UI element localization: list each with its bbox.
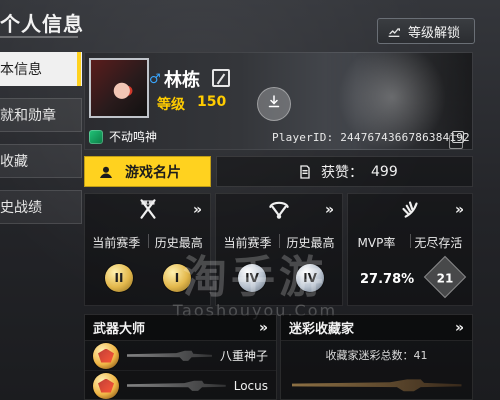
sidebar-item-label: 就和勋章 xyxy=(0,108,56,124)
level-label: 等级 xyxy=(157,97,185,113)
camo-collector-panel[interactable]: 迷彩收藏家 » 收藏家迷彩总数： 41 xyxy=(280,314,473,400)
weapon-master-header: 武器大师 » xyxy=(85,315,276,341)
copy-icon[interactable] xyxy=(449,131,464,149)
avatar[interactable] xyxy=(89,58,149,118)
player-title: 不动鸣神 xyxy=(109,130,158,144)
chart-up-icon xyxy=(386,23,402,39)
endless-survival-label: 无尽存活 xyxy=(414,236,463,250)
zombie-mode-panel[interactable]: » MVP率 无尽存活 27.78% 21 xyxy=(347,193,473,306)
collection-total: 收藏家迷彩总数： 41 xyxy=(281,341,472,369)
ranked-panel-chevron[interactable]: » xyxy=(193,202,202,218)
camo-collector-header: 迷彩收藏家 » xyxy=(281,315,472,341)
mvp-rate-label: MVP率 xyxy=(357,236,396,250)
download-icon xyxy=(265,93,283,115)
edit-icon[interactable] xyxy=(212,69,230,87)
collection-total-value: 41 xyxy=(413,348,428,362)
player-name: 林栋 xyxy=(164,70,200,91)
rifle-icon xyxy=(127,380,226,391)
user-card-icon xyxy=(97,163,115,181)
level-unlock-label: 等级解锁 xyxy=(408,25,461,41)
zombie-mode-panel-chevron[interactable]: » xyxy=(455,202,464,218)
ranked-current-badge-text: II xyxy=(114,271,124,285)
battle-royale-panel[interactable]: » 当前赛季 历史最高 IV IV xyxy=(215,193,343,306)
likes-value: 499 xyxy=(371,163,398,180)
sidebar-item-basic-info[interactable]: 本信息 xyxy=(0,52,82,86)
sidebar-item-label: 史战绩 xyxy=(0,200,42,216)
crossed-flags-icon xyxy=(135,196,161,226)
weapon-master-chevron[interactable]: » xyxy=(259,320,268,336)
battle-royale-history-label: 历史最高 xyxy=(286,236,335,250)
rank-emblem-icon xyxy=(93,372,119,399)
weapon-name: 八重神子 xyxy=(219,349,268,363)
battle-royale-current-badge-text: IV xyxy=(245,271,259,285)
likes-doc-icon xyxy=(297,164,313,180)
download-button[interactable] xyxy=(257,87,291,121)
player-title-row: 不动鸣神 xyxy=(89,128,157,145)
claw-icon xyxy=(397,196,423,226)
ranked-history-label: 历史最高 xyxy=(154,236,203,250)
player-id: PlayerID: 2447674366786384192 xyxy=(272,131,470,144)
battle-royale-panel-divider xyxy=(279,234,280,248)
weapon-row[interactable]: Locus xyxy=(85,371,276,399)
ranked-history-badge: I xyxy=(163,264,191,292)
likes-label: 获赞： xyxy=(321,164,363,181)
level-unlock-button[interactable]: 等级解锁 xyxy=(377,18,475,44)
title-accent-line xyxy=(0,36,78,38)
title-icon xyxy=(89,129,103,144)
battle-royale-history-badge-text: IV xyxy=(303,271,317,285)
likes-box: 获赞： 499 xyxy=(216,156,473,187)
sidebar-item-history[interactable]: 史战绩 xyxy=(0,190,82,224)
collection-preview xyxy=(281,369,472,399)
battle-royale-panel-chevron[interactable]: » xyxy=(325,202,334,218)
ranked-panel-header: » xyxy=(85,194,210,228)
rank-emblem-icon xyxy=(93,342,119,369)
sidebar-item-medals[interactable]: 就和勋章 xyxy=(0,98,82,132)
page-title: 个人信息 xyxy=(0,12,84,36)
sidebar-item-collection[interactable]: 收藏 xyxy=(0,144,82,178)
camo-collector-title: 迷彩收藏家 xyxy=(289,322,355,337)
mvp-rate-value: 27.78% xyxy=(360,272,415,287)
battle-royale-current-label: 当前赛季 xyxy=(223,236,272,250)
sidebar-item-label: 收藏 xyxy=(0,154,28,170)
game-card-button[interactable]: 游戏名片 xyxy=(84,156,211,187)
endless-survival-value: 21 xyxy=(436,271,454,286)
zombie-mode-panel-divider xyxy=(410,234,411,248)
game-card-label: 游戏名片 xyxy=(125,164,181,181)
profile-card: ♂ 林栋 等级 150 不动鸣神 PlayerID: 2447674366786… xyxy=(84,52,473,150)
zombie-mode-panel-header: » xyxy=(348,194,472,228)
battle-royale-current-badge: IV xyxy=(238,264,266,292)
battle-royale-panel-header: » xyxy=(216,194,342,228)
weapon-row[interactable]: 八重神子 xyxy=(85,341,276,371)
weapon-master-panel[interactable]: 武器大师 » 八重神子 Locus xyxy=(84,314,277,400)
endless-survival-diamond: 21 xyxy=(423,255,467,299)
camo-collector-chevron[interactable]: » xyxy=(455,320,464,336)
parachute-icon xyxy=(266,196,292,226)
level-value: 150 xyxy=(197,94,227,110)
male-icon: ♂ xyxy=(149,72,161,87)
battle-royale-history-badge: IV xyxy=(296,264,324,292)
ranked-panel[interactable]: » 当前赛季 历史最高 II I xyxy=(84,193,211,306)
sidebar: 本信息 就和勋章 收藏 史战绩 xyxy=(0,52,82,236)
ranked-panel-divider xyxy=(147,234,149,248)
collection-total-label: 收藏家迷彩总数： xyxy=(325,349,414,362)
ranked-history-badge-text: I xyxy=(174,271,180,285)
ranked-current-label: 当前赛季 xyxy=(92,236,141,250)
weapon-master-title: 武器大师 xyxy=(93,322,146,337)
rifle-icon xyxy=(127,350,212,361)
weapon-name: Locus xyxy=(233,378,268,393)
ranked-current-badge: II xyxy=(105,264,133,292)
sidebar-item-label: 本信息 xyxy=(0,62,42,78)
camo-rifle-icon xyxy=(291,379,462,392)
